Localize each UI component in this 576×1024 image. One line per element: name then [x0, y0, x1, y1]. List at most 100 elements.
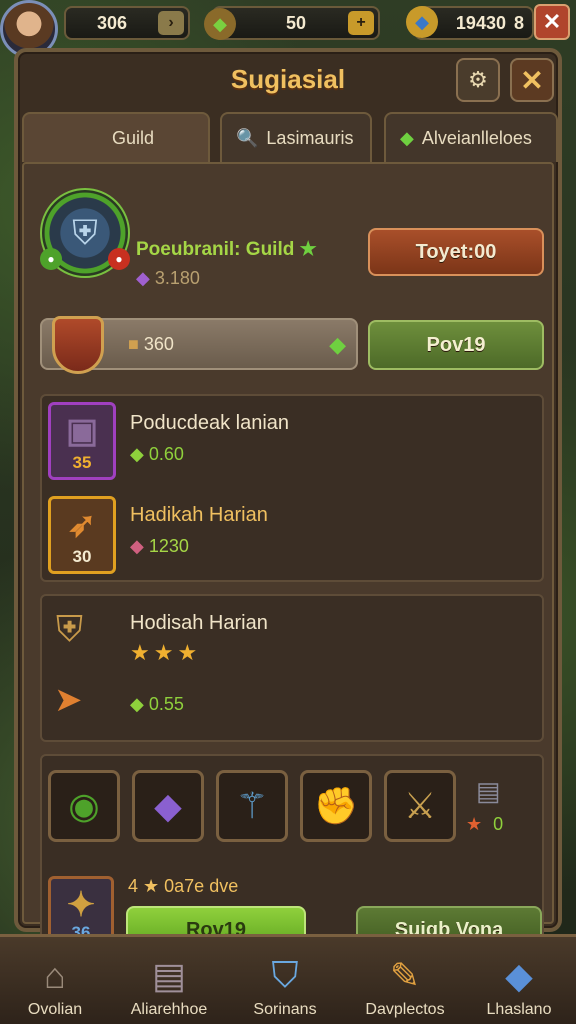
house-icon: ⌂: [44, 955, 66, 996]
reward-item-2-value: ◆ 1230: [130, 536, 189, 557]
reward-item-1-value-text: 0.60: [148, 444, 184, 464]
featured-label: 4 ★ 0a7e dve: [128, 876, 239, 896]
nav-label-guild: Sorinans: [253, 1001, 317, 1018]
purple-gem-icon: ◆: [136, 268, 150, 288]
tab-guild-label: Guild: [112, 127, 155, 148]
chest-icon: ▤: [151, 955, 186, 996]
daily-title: Hodisah Harian: [130, 612, 268, 634]
helmet-chest-icon: ⛨: [56, 608, 84, 649]
green-crystal-icon: ◆: [400, 127, 414, 148]
reward-item-2[interactable]: ➶ 30: [48, 496, 116, 574]
daily-reward: ◆ 0.55: [130, 694, 184, 715]
crystal-icon: ◆: [505, 955, 533, 996]
guild-emblem[interactable]: ⛨ ● ●: [40, 188, 130, 278]
guild-power: ◆ 3.180: [136, 268, 200, 289]
red-badge-icon: ●: [108, 248, 130, 270]
green-gem-icon: ◆: [204, 8, 236, 40]
drill-icon: ➶: [67, 506, 97, 544]
equip-slot-sword[interactable]: ⚔: [384, 770, 456, 842]
reward-item-2-value-text: 1230: [148, 536, 189, 556]
star-icon: ★: [130, 640, 154, 665]
panel-close-button[interactable]: ✕: [510, 58, 554, 102]
daily-card: ⛨ Hodisah Harian ★★★ ➤ ◆ 0.55: [40, 594, 544, 742]
progress-value: ■ 360: [128, 334, 174, 355]
pink-gem-icon: ◆: [130, 536, 144, 556]
resource-2-value: 50: [285, 12, 307, 33]
guild-power-value: 3.180: [154, 268, 200, 288]
reward-item-1[interactable]: ▣ 35: [48, 402, 116, 480]
crystal-icon: ◆: [154, 785, 182, 826]
tab-bar: Guild 🔍 Lasimauris ◆ Alveianlleloes: [22, 112, 558, 164]
star-icon: ★: [299, 239, 317, 260]
nav-item-home[interactable]: ⌂ Ovolian: [0, 941, 110, 1024]
chevron-right-icon[interactable]: ›: [158, 11, 184, 35]
resource-bar: 306 › 50 + ◆ 19430 8 ◆ ✕: [0, 0, 576, 58]
green-gem-icon: ◆: [130, 694, 144, 714]
bottom-nav: ⌂ Ovolian ▤ Aliarehhoe ⛉ Sorinans ✎ Davp…: [0, 934, 576, 1024]
equip-slot-crystal[interactable]: ◆: [132, 770, 204, 842]
resource-3-value: 19430: [455, 12, 506, 33]
search-icon: 🔍: [236, 127, 259, 148]
chest-icon: ▤: [476, 776, 501, 806]
tab-events[interactable]: ◆ Alveianlleloes: [384, 112, 558, 162]
add-resource-icon[interactable]: +: [348, 11, 374, 35]
progress-value-text: 360: [143, 334, 174, 354]
gem-pendant-icon: ✦: [66, 886, 96, 924]
purple-box-icon: ▣: [65, 412, 99, 450]
reward-item-2-badge: 30: [72, 547, 92, 566]
sword-icon: ⚔: [403, 785, 437, 826]
resource-3-suffix: 8: [513, 12, 524, 33]
blue-gem-icon: ◆: [406, 6, 438, 38]
shield-icon: [52, 316, 104, 374]
reward-item-1-badge: 35: [72, 453, 92, 472]
equip-count-value: 0: [493, 814, 504, 834]
top-close-button[interactable]: ✕: [534, 4, 570, 40]
reward-item-2-title: Hadikah Harian: [130, 504, 268, 526]
gear-icon: ⚙: [468, 67, 488, 92]
guild-progress-row: ■ 360 ◆: [40, 316, 358, 374]
helmet-icon: ⛨: [72, 213, 98, 252]
star-icon: ★: [466, 814, 483, 834]
nav-label-home: Ovolian: [27, 1001, 83, 1018]
wand-icon: ⚚: [235, 785, 269, 826]
guild-bar-button[interactable]: Pov19: [368, 320, 544, 370]
equip-slot-gauntlet[interactable]: ✊: [300, 770, 372, 842]
nav-label-shop: Lhaslano: [486, 1001, 552, 1018]
guild-name-text: Poeubranil: Guild: [136, 239, 295, 260]
shield-icon: ⛉: [271, 954, 299, 995]
tab-search-label: Lasimauris: [266, 127, 354, 148]
resource-counter-2: 50 +: [212, 6, 380, 40]
arrow-item-icon: ➤: [54, 681, 83, 719]
nav-item-shop[interactable]: ◆ Lhaslano: [464, 941, 574, 1024]
nav-label-storage: Aliarehhoe: [130, 1001, 208, 1018]
tab-events-label: Alveianlleloes: [421, 127, 532, 148]
rewards-card: ▣ 35 Poducdeak lanian ◆ 0.60 ➶ 30 Hadika…: [40, 394, 544, 582]
equip-slot-wand[interactable]: ⚚: [216, 770, 288, 842]
panel-header: Sugiasial ⚙ ✕: [18, 52, 558, 110]
resource-counter-1: 306 ›: [64, 6, 190, 40]
amulet-icon: ◉: [68, 785, 100, 826]
nav-label-quests: Davplectos: [365, 1001, 445, 1018]
box-icon: ■: [128, 334, 139, 354]
star-icon: ★: [153, 640, 178, 665]
star-icon: ★: [177, 640, 202, 665]
guild-content: ⛨ ● ● Poeubranil: Guild ★ ◆ 3.180 Toyet:…: [22, 162, 554, 968]
scroll-icon: ✎: [389, 955, 421, 996]
star-rating: ★★★: [130, 640, 201, 666]
green-gem-icon: ◆: [130, 444, 144, 464]
nav-item-storage[interactable]: ▤ Aliarehhoe: [114, 941, 224, 1024]
equip-count: ★ 0: [466, 814, 503, 835]
settings-button[interactable]: ⚙: [456, 58, 500, 102]
gauntlet-icon: ✊: [313, 785, 359, 826]
nav-item-guild[interactable]: ⛉ Sorinans: [230, 941, 340, 1024]
equip-slot-amulet[interactable]: ◉: [48, 770, 120, 842]
guild-action-button[interactable]: Toyet:00: [368, 228, 544, 276]
tab-search[interactable]: 🔍 Lasimauris: [220, 112, 372, 162]
guild-panel: Sugiasial ⚙ ✕ Guild 🔍 Lasimauris ◆ Alvei…: [14, 48, 562, 968]
guild-name: Poeubranil: Guild ★: [136, 238, 317, 261]
green-gem-icon: ◆: [329, 332, 346, 357]
reward-item-1-title: Poducdeak lanian: [130, 412, 290, 434]
daily-reward-value: 0.55: [148, 694, 184, 714]
tab-guild[interactable]: Guild: [22, 112, 210, 162]
nav-item-quests[interactable]: ✎ Davplectos: [350, 941, 460, 1024]
